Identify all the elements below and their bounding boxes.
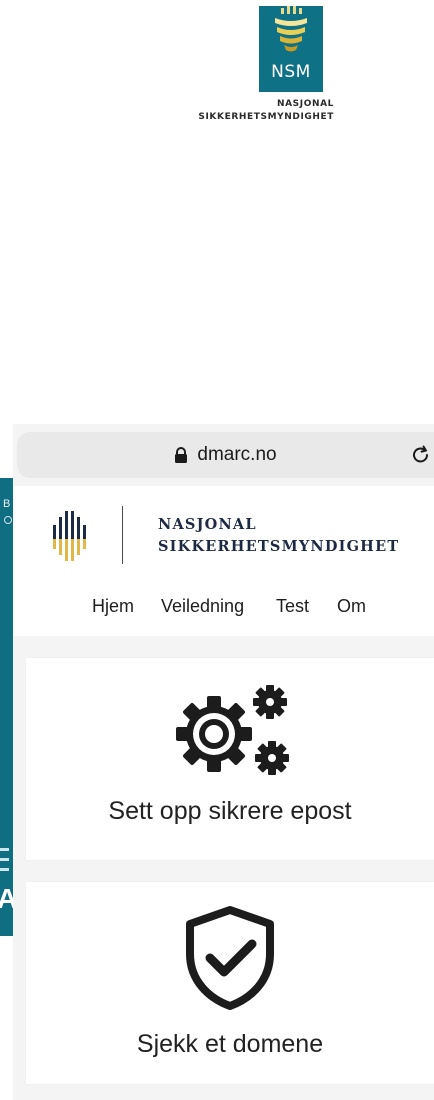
- gears-icon: [176, 685, 289, 775]
- slab-circle: [4, 516, 12, 524]
- lock-icon: [175, 446, 188, 463]
- nsm-abbreviation: NSM: [271, 62, 311, 82]
- slab-letter-large: A: [0, 883, 13, 914]
- card-icon-wrap: [26, 680, 434, 785]
- card-icon-wrap: [26, 906, 434, 1015]
- nav-item-hjem[interactable]: Hjem: [92, 596, 134, 617]
- nsm-caption-line1: NASJONAL: [276, 99, 334, 109]
- shield-check-icon: [186, 906, 274, 1010]
- card-title-check-domain: Sjekk et domene: [136, 1030, 324, 1058]
- nsm-crown-icon: [275, 6, 307, 52]
- nsm-caption-line2: SIKKERHETSMYNDIGHET: [198, 112, 334, 122]
- card-check-domain[interactable]: Sjekk et domene: [26, 882, 434, 1084]
- site-header: NASJONAL SIKKERHETSMYNDIGHET Hjem Veiled…: [13, 486, 434, 636]
- nav-item-om[interactable]: Om: [337, 596, 366, 617]
- url-text[interactable]: dmarc.no: [197, 444, 276, 466]
- logo-divider: [122, 506, 123, 564]
- reload-icon[interactable]: [410, 444, 432, 466]
- slab-letter: B: [3, 498, 11, 510]
- card-title-setup-email: Sett opp sikrere epost: [108, 797, 352, 825]
- logo-line1: NASJONAL: [158, 516, 257, 533]
- card-setup-email[interactable]: Sett opp sikrere epost: [26, 658, 434, 860]
- nsm-emblem-logo: NSM: [259, 6, 323, 92]
- nav-item-veiledning[interactable]: Veiledning: [161, 596, 244, 617]
- address-bar[interactable]: dmarc.no: [17, 432, 434, 478]
- browser-window: dmarc.no NASJONAL SIKKERHETSMYNDIGHET Hj…: [13, 424, 434, 1100]
- site-logo-text[interactable]: NASJONAL SIKKERHETSMYNDIGHET: [158, 514, 399, 558]
- nsm-bars-logo-icon[interactable]: [51, 511, 91, 561]
- nav-item-test[interactable]: Test: [276, 596, 309, 617]
- logo-line2: SIKKERHETSMYNDIGHET: [158, 538, 400, 555]
- slab-bars: [0, 848, 9, 878]
- background-slide-edge: B A: [0, 478, 13, 936]
- nsm-header-image: NSM NASJONAL SIKKERHETSMYNDIGHET: [0, 0, 434, 140]
- nsm-caption: NASJONAL SIKKERHETSMYNDIGHET: [198, 98, 334, 124]
- url-wrap: dmarc.no: [17, 432, 434, 478]
